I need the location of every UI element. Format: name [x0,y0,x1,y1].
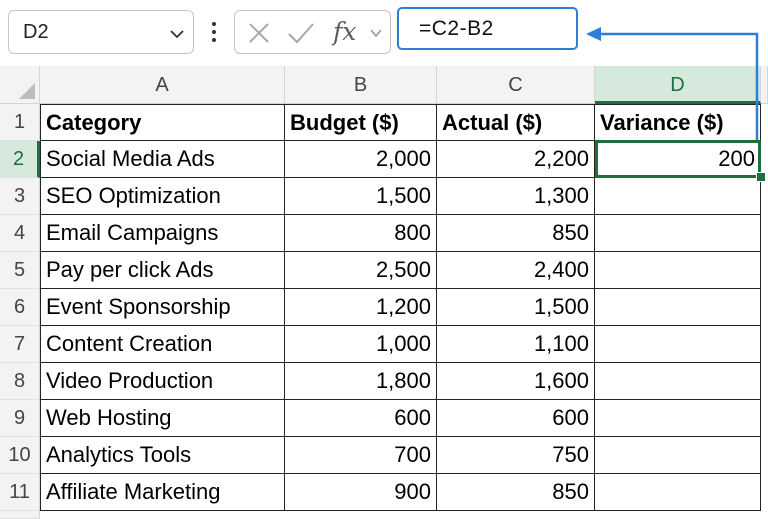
cell-d4[interactable] [595,215,761,252]
cell-c4[interactable]: 850 [437,215,595,252]
cell-a5[interactable]: Pay per click Ads [40,252,285,289]
cell-d9[interactable] [595,400,761,437]
cell-b3[interactable]: 1,500 [285,178,437,215]
cell-a1[interactable]: Category [40,104,285,141]
cell-d6[interactable] [595,289,761,326]
cell-b7[interactable]: 1,000 [285,326,437,363]
cell-a7[interactable]: Content Creation [40,326,285,363]
cell-b5[interactable]: 2,500 [285,252,437,289]
row-header-4[interactable]: 4 [0,215,40,252]
formula-text: =C2-B2 [419,17,494,40]
cell-b8[interactable]: 1,800 [285,363,437,400]
cell-d3[interactable] [595,178,761,215]
checkmark-icon[interactable] [285,19,317,47]
cell-b11[interactable]: 900 [285,474,437,511]
cell-d8[interactable] [595,363,761,400]
cell-a8[interactable]: Video Production [40,363,285,400]
cell-c1[interactable]: Actual ($) [437,104,595,141]
name-box[interactable]: D2 [8,10,194,54]
cell-c7[interactable]: 1,100 [437,326,595,363]
cell-d11[interactable] [595,474,761,511]
column-header-a[interactable]: A [40,66,285,104]
cell-a9[interactable]: Web Hosting [40,400,285,437]
column-header-b[interactable]: B [285,66,437,104]
column-header-e[interactable] [761,66,768,104]
fill-handle[interactable] [756,172,766,182]
row-header-12[interactable] [0,511,40,519]
cell-c6[interactable]: 1,500 [437,289,595,326]
cell-c11[interactable]: 850 [437,474,595,511]
row-header-1[interactable]: 1 [0,104,40,141]
row-header-6[interactable]: 6 [0,289,40,326]
cell-d7[interactable] [595,326,761,363]
cell-c2[interactable]: 2,200 [437,141,595,178]
cell-d10[interactable] [595,437,761,474]
row-header-9[interactable]: 9 [0,400,40,437]
cell-c9[interactable]: 600 [437,400,595,437]
cell-c10[interactable]: 750 [437,437,595,474]
cell-a4[interactable]: Email Campaigns [40,215,285,252]
row-header-11[interactable]: 11 [0,474,40,511]
cancel-x-icon[interactable] [245,19,273,47]
cell-c8[interactable]: 1,600 [437,363,595,400]
insert-function-icon[interactable]: fx [333,17,356,46]
cell-a11[interactable]: Affiliate Marketing [40,474,285,511]
cell-b6[interactable]: 1,200 [285,289,437,326]
cell-a6[interactable]: Event Sponsorship [40,289,285,326]
row-header-10[interactable]: 10 [0,437,40,474]
cell-d5[interactable] [595,252,761,289]
select-all-corner[interactable] [0,66,40,104]
name-box-value: D2 [23,21,49,43]
cell-b1[interactable]: Budget ($) [285,104,437,141]
row-header-2[interactable]: 2 [0,141,40,178]
cell-c3[interactable]: 1,300 [437,178,595,215]
formula-controls: fx [234,10,391,54]
row-header-3[interactable]: 3 [0,178,40,215]
cell-a10[interactable]: Analytics Tools [40,437,285,474]
cell-b4[interactable]: 800 [285,215,437,252]
cell-b9[interactable]: 600 [285,400,437,437]
more-options-icon[interactable] [210,18,218,46]
row-header-8[interactable]: 8 [0,363,40,400]
active-cell-border [595,140,761,178]
cell-d1[interactable]: Variance ($) [595,104,761,141]
column-header-c[interactable]: C [437,66,595,104]
cell-b10[interactable]: 700 [285,437,437,474]
fx-chevron-down-icon[interactable] [368,25,384,41]
spreadsheet-grid: A B C D 1 Category Budget ($) Actual ($) Varianc… [0,66,768,519]
formula-bar-area: D2 fx =C2-B2 [0,0,768,66]
cell-c5[interactable]: 2,400 [437,252,595,289]
column-header-d[interactable]: D [595,66,761,104]
cell-a3[interactable]: SEO Optimization [40,178,285,215]
row-header-7[interactable]: 7 [0,326,40,363]
row-header-5[interactable]: 5 [0,252,40,289]
chevron-down-icon[interactable] [167,23,187,43]
formula-input[interactable]: =C2-B2 [397,7,578,50]
cell-b2[interactable]: 2,000 [285,141,437,178]
cell-a2[interactable]: Social Media Ads [40,141,285,178]
